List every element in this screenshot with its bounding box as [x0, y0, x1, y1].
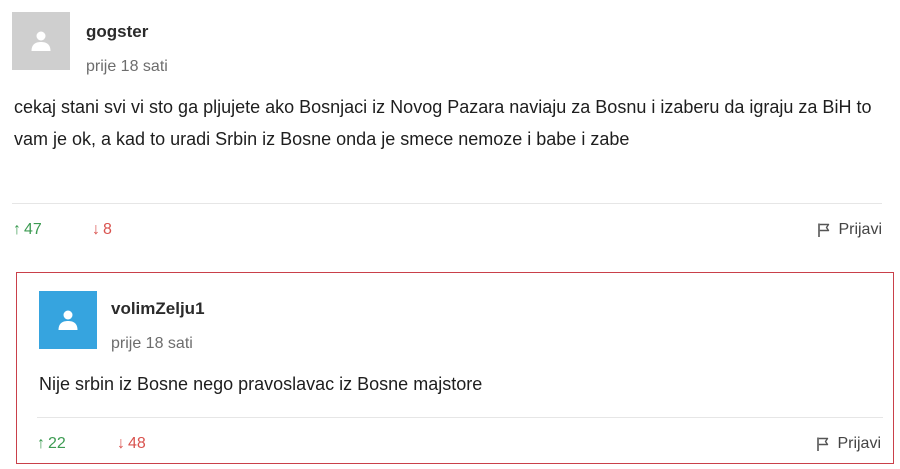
- user-silhouette-icon: [58, 310, 78, 330]
- arrow-down-icon: ↓: [117, 435, 125, 452]
- downvote-count: 48: [128, 435, 146, 452]
- upvote-count: 47: [24, 221, 42, 238]
- report-button[interactable]: Prijavi: [816, 221, 882, 239]
- report-label: Prijavi: [837, 435, 881, 452]
- avatar[interactable]: [39, 291, 97, 349]
- arrow-up-icon: ↑: [37, 435, 45, 452]
- upvote-count: 22: [48, 435, 66, 452]
- downvote-count: 8: [103, 221, 112, 238]
- upvote-button[interactable]: ↑ 22: [37, 435, 66, 453]
- comment-username[interactable]: volimZelju1: [111, 299, 205, 319]
- upvote-button[interactable]: ↑ 47: [13, 221, 42, 239]
- arrow-down-icon: ↓: [92, 221, 100, 238]
- avatar[interactable]: [12, 12, 70, 70]
- comment-timestamp: prije 18 sati: [86, 58, 168, 75]
- comment-timestamp: prije 18 sati: [111, 335, 193, 352]
- comment-username[interactable]: gogster: [86, 22, 148, 42]
- flag-icon: [817, 437, 829, 451]
- divider: [37, 417, 883, 418]
- comment-text: cekaj stani svi vi sto ga pljujete ako B…: [14, 97, 872, 149]
- report-label: Prijavi: [838, 221, 882, 238]
- reply-comment: volimZelju1 prije 18 sati Nije srbin iz …: [16, 272, 894, 464]
- arrow-up-icon: ↑: [13, 221, 21, 238]
- user-silhouette-icon: [31, 31, 51, 51]
- downvote-button[interactable]: ↓ 8: [92, 221, 112, 239]
- divider: [12, 203, 882, 204]
- flag-icon: [818, 223, 830, 237]
- report-button[interactable]: Prijavi: [815, 435, 881, 453]
- downvote-button[interactable]: ↓ 48: [117, 435, 146, 453]
- comment: gogster prije 18 sati cekaj stani svi vi…: [0, 0, 900, 262]
- comment-text: Nije srbin iz Bosne nego pravoslavac iz …: [39, 374, 483, 394]
